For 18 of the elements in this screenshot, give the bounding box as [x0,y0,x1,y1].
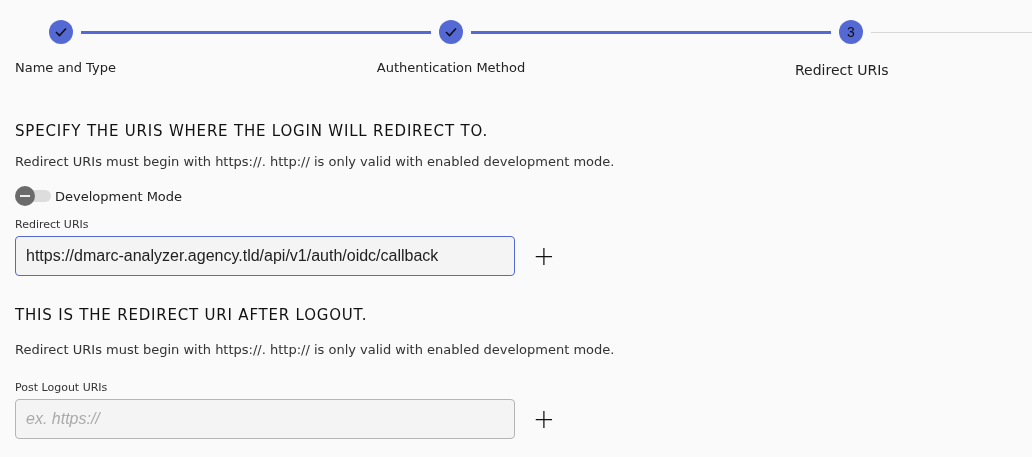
check-icon [55,27,67,37]
step-label: Name and Type [15,60,116,75]
uri-input[interactable]: ex. https:// [15,399,515,439]
uri-input[interactable]: https://dmarc-analyzer.agency.tld/api/v1/auth/oidc/callback [15,236,515,276]
section-description: Redirect URIs must begin with https://. http:// is only valid with enabled development mode. [15,342,616,357]
section-heading: SPECIFY THE URIS WHERE THE LOGIN WILL REDIRECT TO. [15,122,489,140]
check-icon [445,27,457,37]
switch-label: Development Mode [55,188,183,204]
step-number: 3 [847,24,855,40]
step-label: Redirect URIs [795,62,889,78]
section-heading: THIS IS THE REDIRECT URI AFTER LOGOUT. [15,306,369,324]
field-label: Redirect URIs [15,218,90,231]
development-mode-switch[interactable] [15,188,51,204]
step-label: Authentication Method [376,60,526,75]
add-button[interactable]: + [531,406,557,432]
field-label: Post Logout URIs [15,381,109,394]
section-description: Redirect URIs must begin with https://. http:// is only valid with enabled development mode. [15,154,616,169]
add-button[interactable]: + [531,243,557,269]
